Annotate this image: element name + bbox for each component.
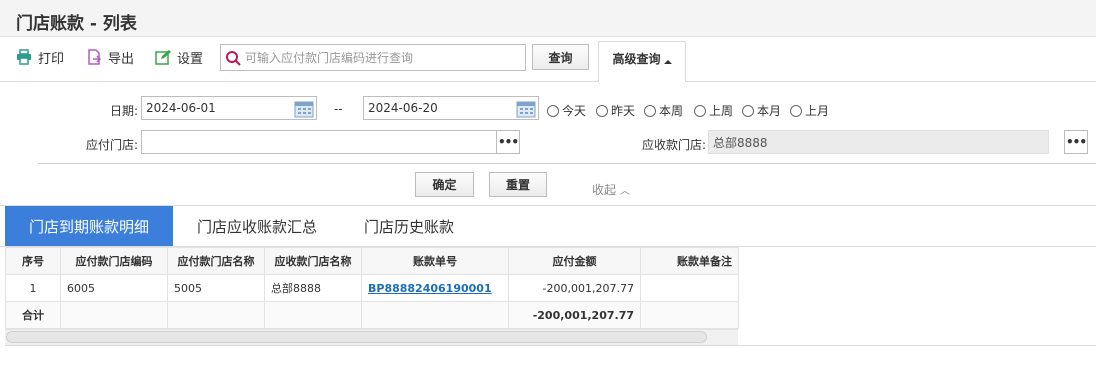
date-label: 日期: [109,104,138,118]
payer-store-input[interactable] [141,130,497,154]
radio-last-month[interactable]: 上月 [790,102,829,119]
printer-icon [16,49,32,65]
remark-cell [640,274,739,302]
query-button[interactable]: 查询 [532,44,589,70]
edit-icon [155,49,171,65]
radio-label: 昨天 [611,104,636,118]
radio-this-week[interactable]: 本周 [644,102,683,119]
advanced-query-label: 高级查询 [612,52,661,66]
table-total-row: 合计 -200,001,207.77 [5,301,739,329]
row-index: 1 [5,274,61,302]
radio-label: 上月 [805,104,830,118]
search-input[interactable] [245,45,525,70]
confirm-button[interactable]: 确定 [415,172,474,197]
empty-cell [60,301,168,329]
print-button[interactable]: 打印 [16,47,64,67]
radio-circle [742,104,754,117]
radio-label: 本月 [757,104,782,118]
empty-cell [640,301,739,329]
radio-circle [790,104,802,117]
radio-label: 本周 [659,104,684,118]
amount-cell: -200,001,207.77 [508,274,641,302]
table-header-row: 序号 应付款门店编码 应付款门店名称 应收款门店名称 账款单号 应付金额 账款单… [5,247,739,275]
export-icon [86,49,102,65]
bill-no-cell: BP88882406190001 [361,274,509,302]
radio-this-month[interactable]: 本月 [742,102,781,119]
payer-store-label: 应付门店: [85,138,138,152]
column-header[interactable]: 序号 [5,247,61,275]
empty-cell [361,301,509,329]
column-header[interactable]: 账款单备注 [640,247,739,275]
settings-button[interactable]: 设置 [155,47,203,67]
tab-receivable-summary[interactable]: 门店应收账款汇总 [179,206,335,246]
payer-code-cell: 6005 [60,274,168,302]
reset-button[interactable]: 重置 [489,172,547,197]
settings-label: 设置 [177,51,204,67]
date-range-separator: -- [334,102,343,116]
radio-label: 今天 [562,104,587,118]
radio-circle [596,104,608,117]
radio-today[interactable]: 今天 [547,102,586,119]
empty-cell [167,301,265,329]
payee-store-label: 应收款门店: [641,138,706,152]
search-box [220,44,526,71]
advanced-query-tab[interactable]: 高级查询 [598,41,686,82]
column-header[interactable]: 应付款门店名称 [167,247,265,275]
total-label: 合计 [5,301,61,329]
payee-name-cell: 总部8888 [264,274,362,302]
radio-circle [694,104,706,117]
tab-due-details[interactable]: 门店到期账款明细 [5,206,173,246]
collapse-label: 收起 [592,183,617,197]
print-label: 打印 [38,51,65,67]
radio-label: 上周 [709,104,734,118]
bill-no-link[interactable]: BP88882406190001 [368,282,492,295]
total-amount: -200,001,207.77 [508,301,641,329]
calendar-icon[interactable] [516,99,536,118]
grid-bottom-border [5,345,1096,346]
title-bar [0,0,1096,37]
date-to-input[interactable]: 2024-06-20 [363,96,539,120]
radio-last-week[interactable]: 上周 [694,102,733,119]
payee-store-input[interactable]: 总部8888 [708,130,1049,154]
scrollbar-thumb[interactable] [6,331,707,343]
panel-divider [0,81,598,82]
calendar-icon[interactable] [294,99,314,118]
column-header[interactable]: 账款单号 [361,247,509,275]
radio-yesterday[interactable]: 昨天 [596,102,635,119]
collapse-toggle[interactable]: 收起 ︿ [592,181,630,198]
column-header[interactable]: 应付款门店编码 [60,247,168,275]
search-icon [221,50,245,66]
payer-name-cell: 5005 [167,274,265,302]
date-from-value: 2024-06-01 [146,101,216,115]
page-title: 门店账款 - 列表 [16,14,137,34]
tab-history[interactable]: 门店历史账款 [345,206,473,246]
payee-store-picker-button[interactable]: ••• [1064,130,1088,154]
payer-store-picker-button[interactable]: ••• [496,130,520,154]
export-button[interactable]: 导出 [86,47,134,67]
filter-divider [38,163,1096,164]
data-table: 序号 应付款门店编码 应付款门店名称 应收款门店名称 账款单号 应付金额 账款单… [5,247,739,329]
caret-up-icon [663,54,672,68]
export-label: 导出 [108,51,135,67]
column-header[interactable]: 应收款门店名称 [264,247,362,275]
radio-circle [547,104,559,117]
date-to-value: 2024-06-20 [368,101,438,115]
table-row[interactable]: 1 6005 5005 总部8888 BP88882406190001 -200… [5,274,739,302]
empty-cell [264,301,362,329]
column-header[interactable]: 应付金额 [508,247,641,275]
chevron-up-icon: ︿ [619,186,630,197]
radio-circle [644,104,656,117]
panel-divider-right [686,81,1096,82]
date-from-input[interactable]: 2024-06-01 [141,96,317,120]
